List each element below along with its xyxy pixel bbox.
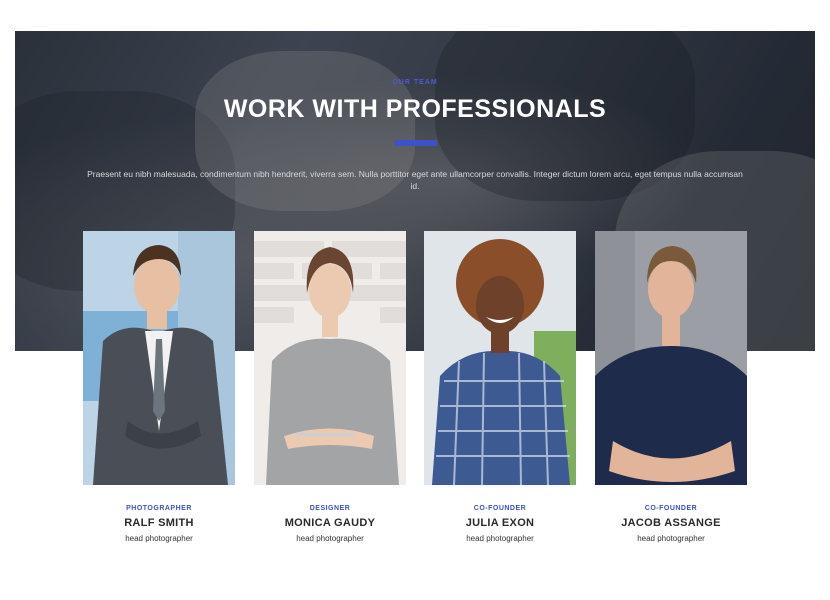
team-name[interactable]: JULIA EXON bbox=[424, 517, 576, 529]
page-title: WORK WITH PROFESSIONALS bbox=[223, 95, 607, 123]
woman-in-grey-dress-photo[interactable] bbox=[254, 231, 406, 485]
man-in-navy-tshirt-photo[interactable] bbox=[595, 231, 747, 485]
team-role: CO-FOUNDER bbox=[473, 505, 527, 512]
team-subtitle: head photographer bbox=[466, 534, 534, 543]
team-role: DESIGNER bbox=[309, 505, 351, 512]
team-subtitle: head photographer bbox=[637, 534, 705, 543]
team-subtitle: head photographer bbox=[125, 534, 193, 543]
team-subtitle: head photographer bbox=[296, 534, 364, 543]
team-card[interactable]: CO-FOUNDER JULIA EXON head photographer bbox=[424, 231, 576, 543]
team-card[interactable]: DESIGNER MONICA GAUDY head photographer bbox=[254, 231, 406, 543]
team-name[interactable]: JACOB ASSANGE bbox=[595, 517, 747, 529]
team-role: CO-FOUNDER bbox=[644, 505, 698, 512]
woman-in-plaid-shirt-photo[interactable] bbox=[424, 231, 576, 485]
team-name[interactable]: RALF SMITH bbox=[83, 517, 235, 529]
hero-description: Praesent eu nibh malesuada, condimentum … bbox=[87, 169, 743, 191]
team-name[interactable]: MONICA GAUDY bbox=[254, 517, 406, 529]
team-card[interactable]: CO-FOUNDER JACOB ASSANGE head photograph… bbox=[595, 231, 747, 543]
team-role: PHOTOGRAPHER bbox=[126, 505, 192, 512]
man-in-suit-photo[interactable] bbox=[83, 231, 235, 485]
section-eyebrow: OUR TEAM bbox=[392, 79, 438, 86]
title-underline bbox=[395, 140, 437, 146]
team-card[interactable]: PHOTOGRAPHER RALF SMITH head photographe… bbox=[83, 231, 235, 543]
